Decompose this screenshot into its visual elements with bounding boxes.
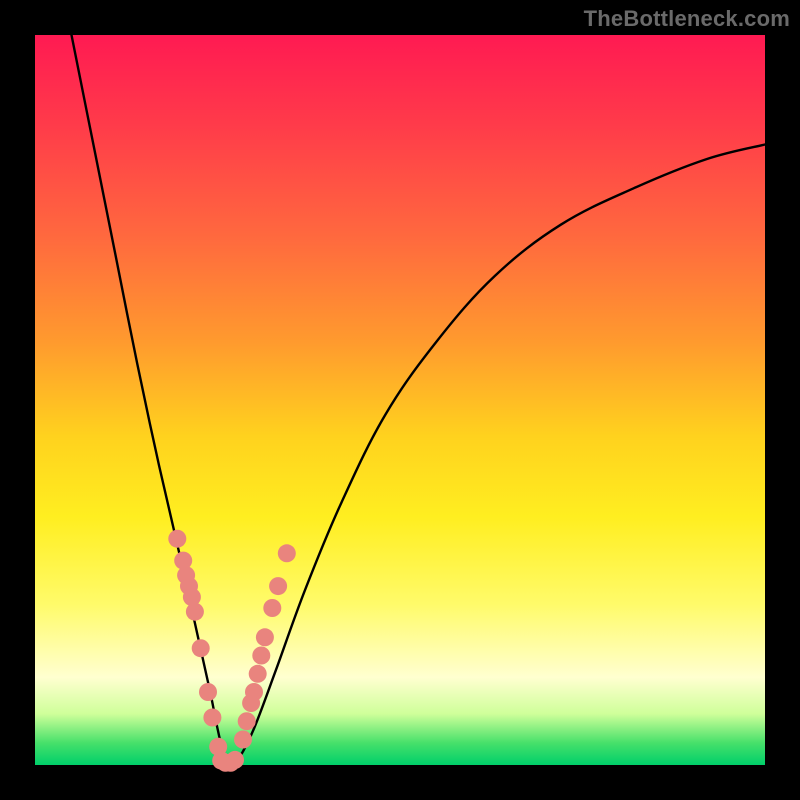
chart-svg <box>35 35 765 765</box>
data-point <box>278 544 296 562</box>
data-point <box>269 577 287 595</box>
data-point <box>234 731 252 749</box>
watermark-text: TheBottleneck.com <box>584 6 790 32</box>
trough-dots <box>212 751 244 772</box>
data-point <box>249 665 267 683</box>
data-point <box>199 683 217 701</box>
data-point <box>238 712 256 730</box>
data-point <box>245 683 263 701</box>
data-point <box>226 751 244 769</box>
data-point <box>252 647 270 665</box>
right-cluster-dots <box>234 544 296 748</box>
plot-area <box>35 35 765 765</box>
data-point <box>186 603 204 621</box>
chart-stage: TheBottleneck.com <box>0 0 800 800</box>
data-point <box>192 639 210 657</box>
bottleneck-curve <box>72 35 766 765</box>
data-point <box>203 709 221 727</box>
left-cluster-dots <box>168 530 227 756</box>
data-point <box>168 530 186 548</box>
data-point <box>263 599 281 617</box>
data-point <box>256 628 274 646</box>
